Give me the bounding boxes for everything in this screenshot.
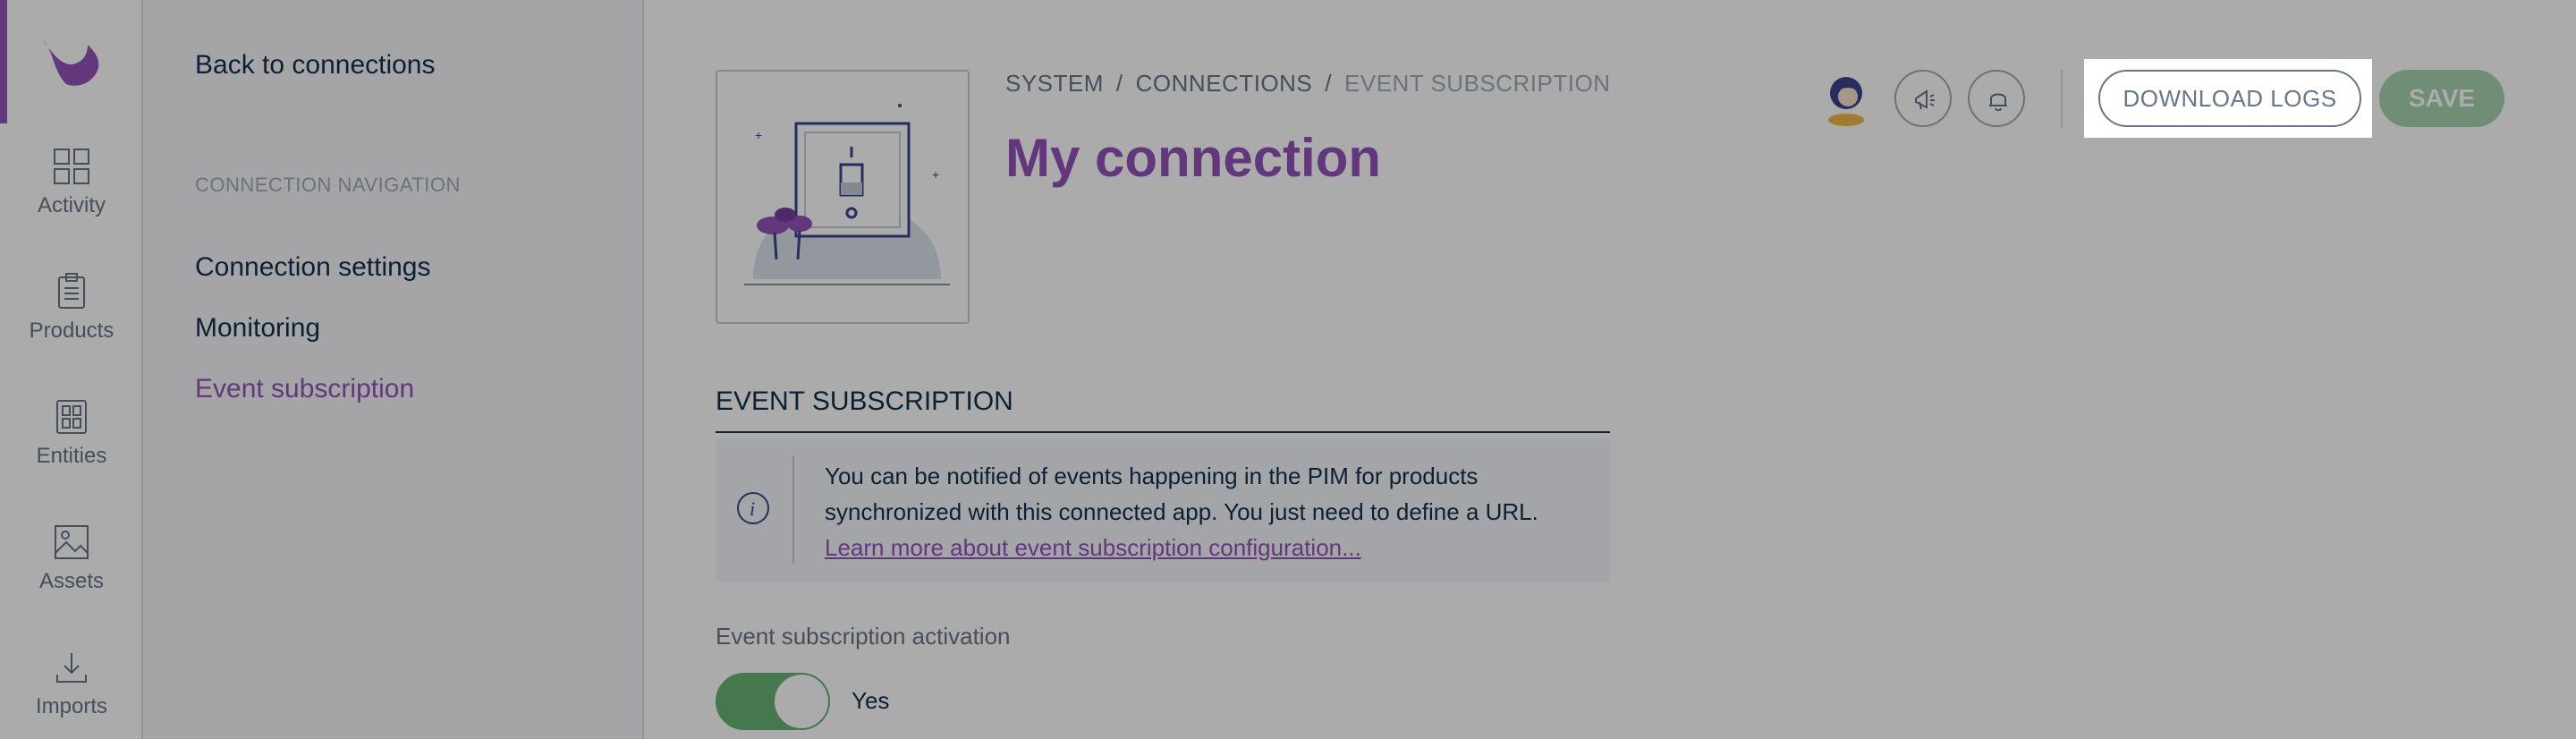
helper-text: You can be notified of events happening … <box>825 463 1538 525</box>
nav-item-label: Entities <box>36 444 107 468</box>
nav-item-imports[interactable]: Imports <box>0 648 143 719</box>
breadcrumb: SYSTEM / CONNECTIONS / EVENT SUBSCRIPTION <box>1005 70 1611 97</box>
active-indicator <box>0 0 7 123</box>
breadcrumb-event-subscription: EVENT SUBSCRIPTION <box>1344 70 1611 97</box>
header-separator <box>2061 70 2063 127</box>
event-subscription-section-title: EVENT SUBSCRIPTION <box>716 386 1610 433</box>
bell-icon <box>1989 93 2007 112</box>
connection-navigation-title: CONNECTION NAVIGATION <box>195 174 461 196</box>
event-subscription-toggle[interactable] <box>716 673 830 730</box>
megaphone-icon <box>1915 89 1935 110</box>
page-title: My connection <box>1005 128 1382 188</box>
col-item-connection-settings[interactable]: Connection settings <box>195 252 431 283</box>
breadcrumb-connections[interactable]: CONNECTIONS <box>1136 70 1313 97</box>
svg-text:i: i <box>750 497 755 520</box>
main-navigation: Activity Products Entities Assets Import… <box>0 0 143 739</box>
toggle-value-label: Yes <box>852 687 890 714</box>
akeneo-logo-icon[interactable] <box>36 25 107 97</box>
products-icon <box>58 273 85 309</box>
nav-item-label: Products <box>29 319 114 343</box>
download-logs-button[interactable]: DOWNLOAD LOGS <box>2098 70 2361 127</box>
notifications-button[interactable] <box>1968 70 2025 127</box>
nav-item-label: Assets <box>38 569 105 593</box>
event-subscription-activation-label: Event subscription activation <box>716 623 1011 650</box>
nav-item-entities[interactable]: Entities <box>0 397 143 469</box>
assets-icon <box>55 525 89 559</box>
svg-text:+: + <box>932 167 939 182</box>
helper-divider <box>792 456 794 564</box>
nav-item-label: Activity <box>37 193 106 217</box>
imports-icon <box>56 653 87 683</box>
col-item-event-subscription[interactable]: Event subscription <box>195 374 414 404</box>
svg-text:+: + <box>755 128 762 142</box>
learn-more-link[interactable]: Learn more about event subscription conf… <box>825 534 1361 561</box>
toggle-knob <box>775 675 828 728</box>
nav-item-label: Imports <box>35 694 107 718</box>
helper-box: i You can be notified of events happenin… <box>716 438 1610 582</box>
entities-icon <box>56 400 87 434</box>
connection-navigation-column: Back to connections CONNECTION NAVIGATIO… <box>143 0 644 739</box>
user-avatar-icon[interactable] <box>1821 72 1871 127</box>
switch-illustration-icon: + + <box>744 104 950 285</box>
nav-item-activity[interactable]: Activity <box>0 147 143 218</box>
col-item-monitoring[interactable]: Monitoring <box>195 313 320 344</box>
save-button[interactable]: SAVE <box>2379 70 2504 127</box>
back-to-connections-link[interactable]: Back to connections <box>195 50 436 81</box>
helper-text-block: You can be notified of events happening … <box>825 458 1594 565</box>
announcements-button[interactable] <box>1894 70 1952 127</box>
connection-illustration: + + <box>716 70 970 324</box>
activity-icon <box>54 149 89 184</box>
nav-item-products[interactable]: Products <box>0 272 143 344</box>
nav-item-assets[interactable]: Assets <box>0 522 143 594</box>
breadcrumb-system[interactable]: SYSTEM <box>1005 70 1104 97</box>
info-icon: i <box>737 492 769 524</box>
